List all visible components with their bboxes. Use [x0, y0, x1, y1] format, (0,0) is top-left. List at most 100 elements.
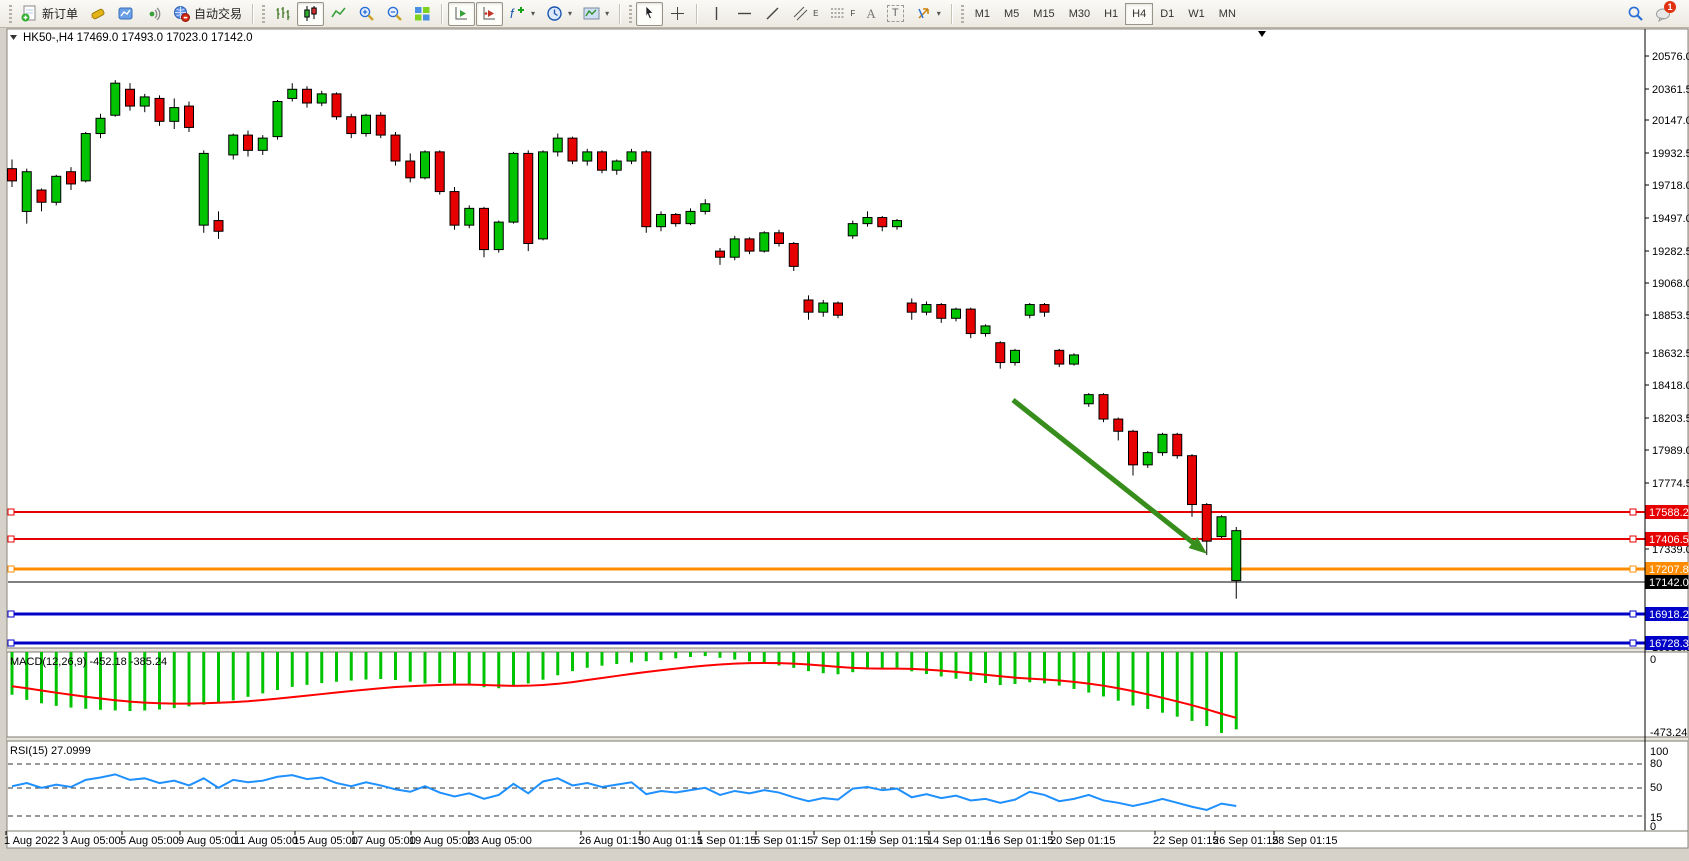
svg-text:3 Aug 05:00: 3 Aug 05:00 — [62, 835, 121, 847]
arrows-tool-button[interactable]: ▾ — [910, 2, 946, 26]
crayon-icon — [89, 5, 106, 22]
indicators-icon: f — [509, 5, 526, 22]
macd-label: MACD(12,26,9) -452.18 -385.24 — [10, 656, 167, 668]
svg-text:22 Sep 01:15: 22 Sep 01:15 — [1153, 835, 1218, 847]
svg-text:7 Sep 01:15: 7 Sep 01:15 — [812, 835, 871, 847]
chart-shift-button[interactable] — [476, 2, 503, 26]
rsi-label: RSI(15) 27.0999 — [10, 745, 91, 757]
trendline-tool-button[interactable] — [759, 2, 786, 26]
candlestick-mode-button[interactable] — [297, 2, 324, 26]
chart-window: HK50-,H4 17469.0 17493.0 17023.0 17142.0… — [0, 0, 1689, 856]
timeframe-button-D1[interactable]: D1 — [1153, 3, 1181, 25]
search-icon — [1627, 5, 1644, 22]
auto-scroll-button[interactable] — [448, 2, 475, 26]
text-label-icon: T — [887, 5, 904, 22]
line-chart-mode-button[interactable] — [325, 2, 352, 26]
timeframe-button-H4[interactable]: H4 — [1125, 3, 1153, 25]
crayon-button[interactable] — [84, 2, 111, 26]
separator — [696, 4, 698, 24]
timeframe-group: M1M5M15M30H1H4D1W1MN — [968, 3, 1243, 25]
notifications-button[interactable]: 1 — [1650, 2, 1677, 26]
svg-text:14 Sep 01:15: 14 Sep 01:15 — [927, 835, 992, 847]
svg-text:80: 80 — [1650, 758, 1662, 770]
tile-windows-button[interactable] — [409, 2, 436, 26]
timeframe-button-M30[interactable]: M30 — [1062, 3, 1097, 25]
price-tag-16918.2: 16918.2 — [1646, 607, 1689, 621]
periods-clock-icon — [546, 5, 563, 22]
templates-button[interactable]: ▾ — [578, 2, 614, 26]
svg-text:15 Aug 05:00: 15 Aug 05:00 — [293, 835, 358, 847]
svg-text:16 Sep 01:15: 16 Sep 01:15 — [988, 835, 1053, 847]
svg-text:16728.3: 16728.3 — [1649, 638, 1689, 650]
timeframe-button-M5[interactable]: M5 — [997, 3, 1026, 25]
search-button[interactable] — [1622, 2, 1649, 26]
notification-badge: 1 — [1664, 1, 1676, 13]
separator — [951, 4, 953, 24]
text-tool-icon: A — [866, 6, 875, 22]
svg-text:11 Aug 05:00: 11 Aug 05:00 — [234, 835, 298, 847]
svg-text:18418.0: 18418.0 — [1652, 380, 1689, 392]
timeframe-button-MN[interactable]: MN — [1212, 3, 1243, 25]
text-tool-button[interactable]: A — [861, 2, 880, 26]
svg-text:f: f — [510, 6, 515, 21]
indicators-button[interactable]: f ▾ — [504, 2, 540, 26]
svg-text:5 Sep 01:15: 5 Sep 01:15 — [754, 835, 813, 847]
horizontal-line-tool-button[interactable] — [731, 2, 758, 26]
chart-shift-icon — [481, 5, 498, 22]
arrows-icon — [915, 5, 932, 22]
toolbar-grip — [262, 5, 265, 23]
profiles-button[interactable] — [112, 2, 139, 26]
bar-chart-mode-icon — [274, 5, 291, 22]
timeframe-button-W1[interactable]: W1 — [1181, 3, 1212, 25]
chart-canvas[interactable]: HK50-,H4 17469.0 17493.0 17023.0 17142.0… — [0, 0, 1689, 856]
svg-text:20361.5: 20361.5 — [1652, 84, 1689, 96]
auto-trading-button[interactable]: 自动交易 — [168, 2, 247, 26]
svg-text:0: 0 — [1650, 654, 1656, 666]
auto-scroll-icon — [453, 5, 470, 22]
horizontal-line-icon — [736, 5, 753, 22]
timeframe-button-H1[interactable]: H1 — [1097, 3, 1125, 25]
fibonacci-tool-button[interactable]: F — [824, 2, 860, 26]
svg-text:17774.5: 17774.5 — [1652, 478, 1689, 490]
svg-text:9 Aug 05:00: 9 Aug 05:00 — [178, 835, 237, 847]
periods-button[interactable]: ▾ — [541, 2, 577, 26]
channel-icon — [792, 5, 809, 22]
new-order-button[interactable]: 新订单 — [16, 2, 83, 26]
sound-button[interactable] — [140, 2, 167, 26]
fibo-sub-label: F — [850, 9, 855, 18]
svg-text:30 Aug 01:15: 30 Aug 01:15 — [638, 835, 703, 847]
zoom-out-button[interactable] — [381, 2, 408, 26]
dropdown-arrow-icon: ▾ — [605, 9, 609, 18]
main-toolbar: 新订单 自动交易 — [0, 0, 1689, 28]
svg-text:HK50-,H4 17469.0 17493.0 1702: HK50-,H4 17469.0 17493.0 17023.0 17142.0 — [23, 32, 253, 44]
separator — [619, 4, 621, 24]
svg-text:19 Aug 05:00: 19 Aug 05:00 — [409, 835, 474, 847]
svg-text:26 Aug 01:15: 26 Aug 01:15 — [579, 835, 644, 847]
svg-text:1 Sep 01:15: 1 Sep 01:15 — [697, 835, 756, 847]
svg-text:1 Aug 2022: 1 Aug 2022 — [4, 835, 60, 847]
channel-sub-label: E — [813, 9, 818, 18]
toolbar-grip — [961, 5, 964, 23]
text-label-tool-button[interactable]: T — [882, 2, 909, 26]
bar-chart-mode-button[interactable] — [269, 2, 296, 26]
dropdown-arrow-icon: ▾ — [568, 9, 572, 18]
price-tag-17142.0: 17142.0 — [1646, 575, 1689, 589]
candlestick-mode-icon — [302, 5, 319, 22]
equidistant-channel-tool-button[interactable]: E — [787, 2, 823, 26]
crosshair-tool-button[interactable] — [664, 2, 691, 26]
vertical-line-tool-button[interactable] — [703, 2, 730, 26]
cursor-tool-button[interactable] — [636, 2, 663, 26]
svg-text:19932.5: 19932.5 — [1652, 148, 1689, 160]
svg-text:50: 50 — [1650, 782, 1662, 794]
timeframe-button-M1[interactable]: M1 — [968, 3, 997, 25]
separator — [252, 4, 254, 24]
svg-text:100: 100 — [1650, 746, 1668, 758]
price-tag-17406.5: 17406.5 — [1646, 532, 1689, 546]
price-tag-17588.2: 17588.2 — [1646, 505, 1689, 519]
vertical-line-icon — [708, 5, 725, 22]
dropdown-arrow-icon: ▾ — [531, 9, 535, 18]
zoom-in-button[interactable] — [353, 2, 380, 26]
timeframe-button-M15[interactable]: M15 — [1026, 3, 1061, 25]
auto-trading-icon — [173, 5, 190, 22]
new-order-label: 新订单 — [42, 5, 78, 22]
